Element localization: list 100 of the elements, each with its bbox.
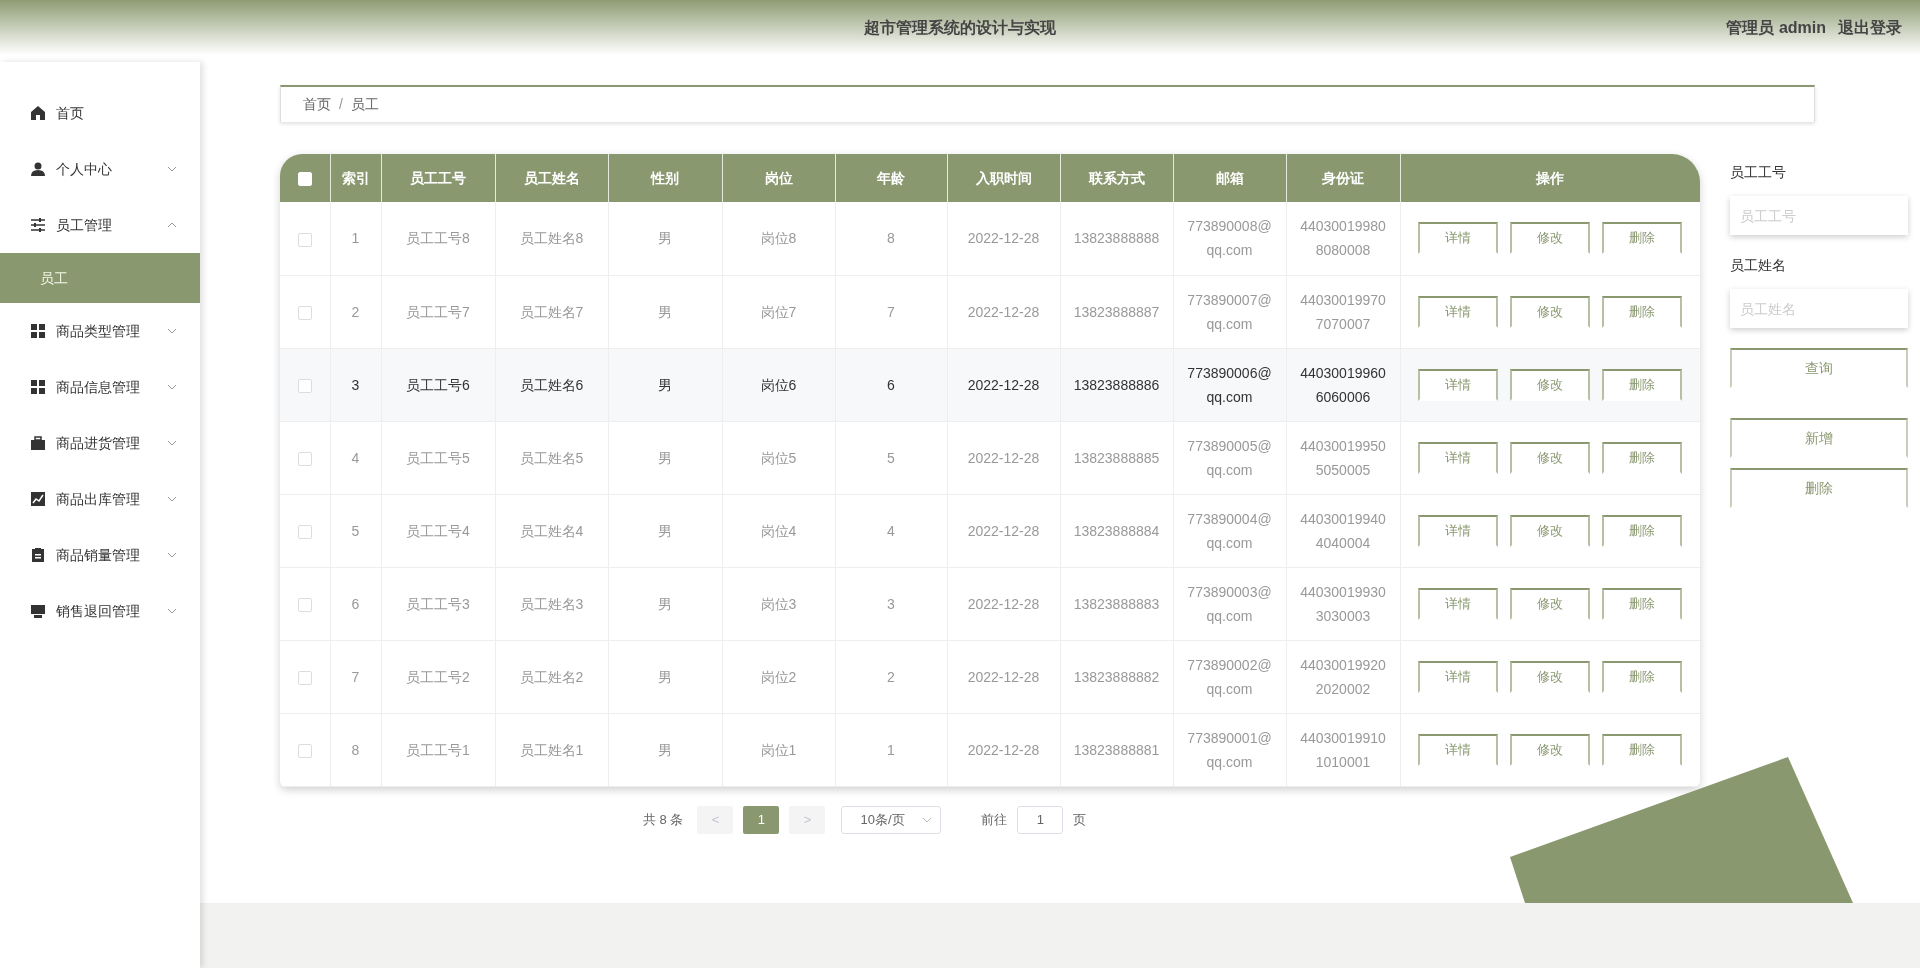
select-all-checkbox[interactable]: [297, 171, 312, 186]
action-button[interactable]: 删除: [1602, 441, 1683, 474]
field-label: 员工姓名: [1730, 256, 1787, 275]
monitor-icon: [30, 603, 46, 619]
table-cell: 员工工号7: [381, 275, 495, 348]
table-cell: 2022-12-28: [947, 421, 1060, 494]
action-button[interactable]: 修改: [1510, 587, 1591, 620]
table-cell: 员工工号6: [381, 348, 495, 421]
table-cell: 440300199707070007: [1286, 275, 1400, 348]
action-button[interactable]: 详情: [1418, 733, 1499, 766]
panel-button[interactable]: 删除: [1730, 468, 1908, 508]
table-cell: 员工工号3: [381, 567, 495, 640]
sidebar-subitem[interactable]: 员工: [0, 253, 200, 303]
table-cell: 男: [608, 567, 722, 640]
action-button[interactable]: 修改: [1510, 295, 1591, 328]
table-cell: 440300199101010001: [1286, 713, 1400, 786]
table-cell: 6: [330, 567, 381, 640]
column-header: 岗位: [722, 154, 835, 202]
action-button[interactable]: 删除: [1602, 514, 1683, 547]
table-cell: 员工姓名1: [495, 713, 608, 786]
action-button[interactable]: 详情: [1418, 660, 1499, 693]
chart-icon: [30, 491, 46, 507]
table-cell: 773890006@qq.com: [1173, 348, 1286, 421]
table-cell: 440300199606060006: [1286, 348, 1400, 421]
table-cell: 2022-12-28: [947, 640, 1060, 713]
table-cell: 2022-12-28: [947, 348, 1060, 421]
page-input[interactable]: 1: [1017, 805, 1064, 834]
table-cell: 773890007@qq.com: [1173, 275, 1286, 348]
row-checkbox[interactable]: [297, 670, 312, 685]
action-button[interactable]: 删除: [1602, 733, 1683, 766]
action-button[interactable]: 详情: [1418, 587, 1499, 620]
table-cell: 5: [835, 421, 947, 494]
table-cell: 男: [608, 275, 722, 348]
sidebar-item[interactable]: 销售退回管理: [0, 583, 200, 639]
table-cell: 13823888881: [1060, 713, 1173, 786]
column-header: 年龄: [835, 154, 947, 202]
field-label: 员工工号: [1730, 163, 1787, 182]
table-cell: 男: [608, 494, 722, 567]
search-button[interactable]: 查询: [1730, 348, 1908, 388]
table-cell: 男: [608, 202, 722, 275]
home-icon: [30, 105, 46, 121]
table-cell: 员工姓名8: [495, 202, 608, 275]
table-cell: 2022-12-28: [947, 567, 1060, 640]
table-cell: 773890003@qq.com: [1173, 567, 1286, 640]
action-button[interactable]: 详情: [1418, 441, 1499, 474]
action-button[interactable]: 修改: [1510, 733, 1591, 766]
page-size-select[interactable]: 10条/页: [841, 805, 942, 834]
table-cell: 岗位2: [722, 640, 835, 713]
table-cell: 4: [330, 421, 381, 494]
sidebar-item[interactable]: 个人中心: [0, 141, 200, 197]
sidebar-item[interactable]: 员工管理: [0, 197, 200, 253]
table-cell: 13823888887: [1060, 275, 1173, 348]
action-button[interactable]: 删除: [1602, 660, 1683, 693]
row-checkbox[interactable]: [297, 597, 312, 612]
table-cell: 男: [608, 421, 722, 494]
action-button[interactable]: 删除: [1602, 295, 1683, 328]
row-checkbox[interactable]: [297, 451, 312, 466]
table-cell: 7: [835, 275, 947, 348]
row-checkbox[interactable]: [297, 378, 312, 393]
action-button[interactable]: 删除: [1602, 587, 1683, 620]
action-button[interactable]: 详情: [1418, 368, 1499, 401]
sidebar-item[interactable]: 商品出库管理: [0, 471, 200, 527]
row-checkbox[interactable]: [297, 743, 312, 758]
sidebar-item[interactable]: 商品销量管理: [0, 527, 200, 583]
breadcrumb-item[interactable]: 首页: [303, 94, 331, 115]
user-label: 管理员 admin: [1726, 17, 1826, 38]
table-cell: 13823888882: [1060, 640, 1173, 713]
table-cell: 5: [330, 494, 381, 567]
action-button[interactable]: 详情: [1418, 295, 1499, 328]
sidebar-item[interactable]: 商品类型管理: [0, 303, 200, 359]
action-button[interactable]: 修改: [1510, 660, 1591, 693]
grid-icon: [30, 323, 46, 339]
table-cell: 440300199404040004: [1286, 494, 1400, 567]
panel-button[interactable]: 新增: [1730, 418, 1908, 458]
action-button[interactable]: 修改: [1510, 441, 1591, 474]
table-cell: 2022-12-28: [947, 494, 1060, 567]
table-cell: 2: [330, 275, 381, 348]
sidebar-item[interactable]: 商品进货管理: [0, 415, 200, 471]
row-checkbox[interactable]: [297, 305, 312, 320]
table-cell: 13823888885: [1060, 421, 1173, 494]
action-button[interactable]: 修改: [1510, 514, 1591, 547]
action-button[interactable]: 详情: [1418, 222, 1499, 255]
action-button[interactable]: 修改: [1510, 222, 1591, 255]
action-button[interactable]: 修改: [1510, 368, 1591, 401]
table-cell: 773890002@qq.com: [1173, 640, 1286, 713]
page-button[interactable]: 1: [743, 805, 780, 834]
row-checkbox[interactable]: [297, 232, 312, 247]
row-checkbox[interactable]: [297, 524, 312, 539]
table-cell: 3: [835, 567, 947, 640]
goto-label: 前往: [981, 810, 1008, 829]
table-cell: 440300199505050005: [1286, 421, 1400, 494]
action-button[interactable]: 详情: [1418, 514, 1499, 547]
logout-link[interactable]: 退出登录: [1838, 15, 1902, 40]
action-button[interactable]: 删除: [1602, 222, 1683, 255]
action-button[interactable]: 删除: [1602, 368, 1683, 401]
sidebar-item[interactable]: 商品信息管理: [0, 359, 200, 415]
table-cell: 773890004@qq.com: [1173, 494, 1286, 567]
table-cell: 岗位8: [722, 202, 835, 275]
table-cell: 男: [608, 713, 722, 786]
sidebar-item[interactable]: 首页: [0, 85, 200, 141]
